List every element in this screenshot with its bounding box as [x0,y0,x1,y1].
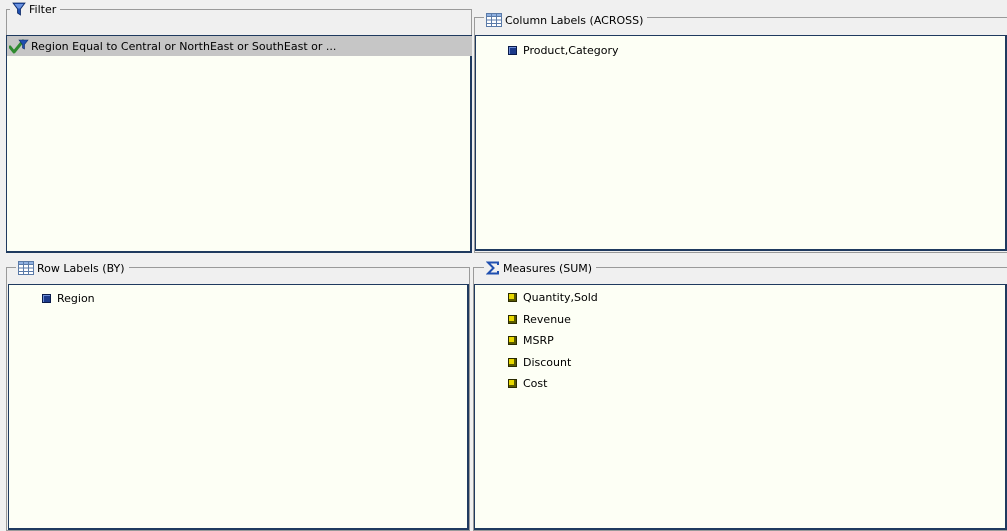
filter-condition-row[interactable]: Region Equal to Central or NorthEast or … [7,36,472,56]
row-item-region[interactable]: Region [42,290,95,306]
measures-panel: Measures (SUM) Quantity,Sold Revenue MSR… [468,253,1007,531]
column-labels-box[interactable] [475,35,1007,251]
row-labels-title: Row Labels (BY) [37,261,125,275]
filter-legend: Filter [10,1,61,17]
measure-item-cost[interactable]: Cost [508,375,547,391]
measure-item-msrp[interactable]: MSRP [508,332,554,348]
row-item-label: Region [57,291,95,305]
dimension-marker-icon [508,45,517,55]
measures-legend: Measures (SUM) [484,260,597,276]
column-labels-panel: Column Labels (ACROSS) Product,Category [472,0,1007,253]
grid-table-icon [486,13,502,27]
measure-item-label: Revenue [523,312,571,326]
measure-item-label: Discount [523,355,572,369]
filter-funnel-icon [12,2,26,16]
column-item-label: Product,Category [523,43,619,57]
measure-item-quantity-sold[interactable]: Quantity,Sold [508,289,598,305]
dimension-marker-icon [42,293,51,303]
measure-marker-icon [508,357,517,367]
measure-item-revenue[interactable]: Revenue [508,311,571,327]
measure-item-discount[interactable]: Discount [508,354,571,370]
filter-condition-text: Region Equal to Central or NorthEast or … [31,39,337,53]
grid-table-icon [18,261,34,275]
measure-marker-icon [508,378,517,388]
filter-panel: Filter Region Equal to Central or NorthE… [0,0,472,253]
column-item-product-category[interactable]: Product,Category [508,42,619,58]
measure-marker-icon [508,314,517,324]
measure-item-label: Cost [523,376,548,390]
filter-title: Filter [29,2,57,16]
row-labels-box[interactable] [8,284,469,530]
filter-box[interactable] [6,35,472,253]
measure-item-label: MSRP [523,333,554,347]
measure-marker-icon [508,335,517,345]
measure-item-label: Quantity,Sold [523,290,598,304]
measure-marker-icon [508,292,517,302]
checkmark-icon [9,38,29,54]
row-labels-legend: Row Labels (BY) [16,260,129,276]
column-labels-title: Column Labels (ACROSS) [505,13,644,27]
measures-title: Measures (SUM) [503,261,593,275]
row-labels-panel: Row Labels (BY) Region [0,253,472,531]
sigma-icon [486,261,500,275]
column-labels-legend: Column Labels (ACROSS) [484,12,648,28]
